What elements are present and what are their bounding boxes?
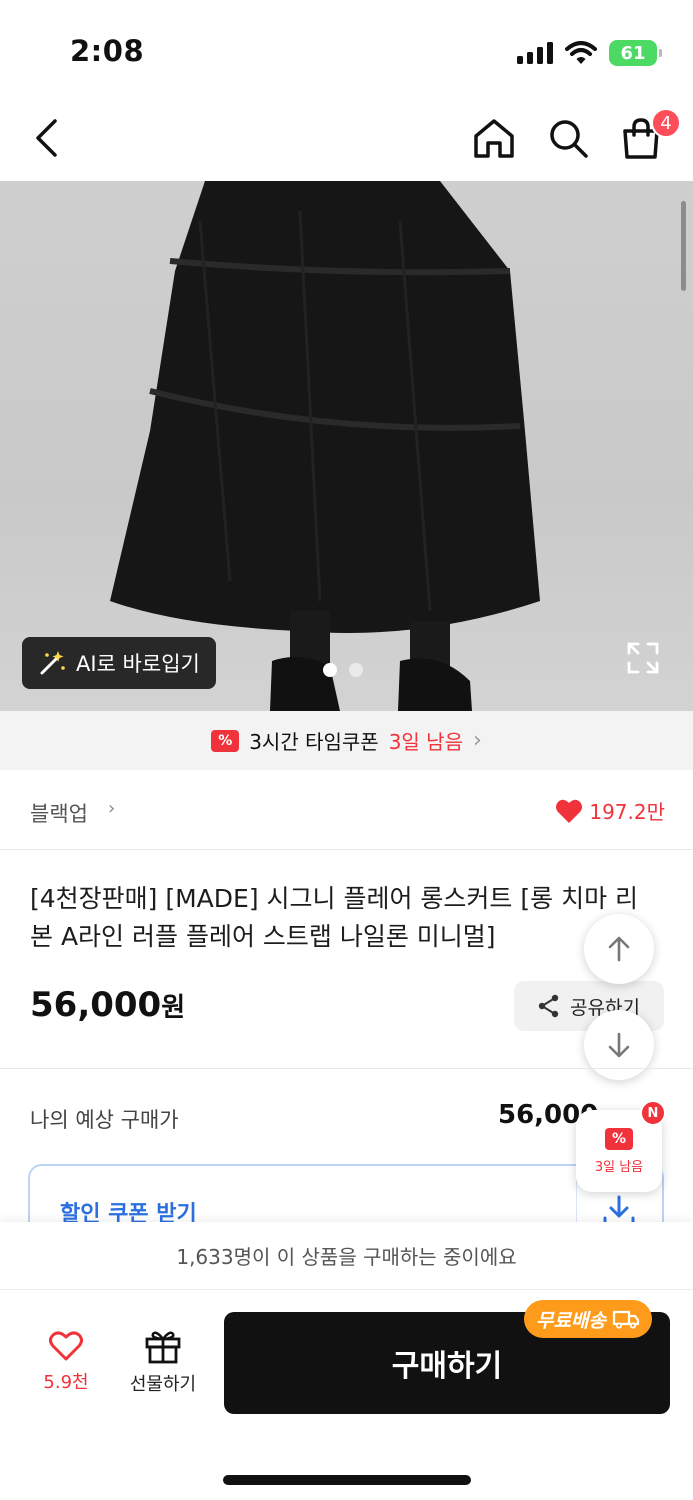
expected-price-label: 나의 예상 구매가	[30, 1108, 179, 1132]
free-shipping-label: 무료배송	[536, 1309, 606, 1332]
product-title: [4천장판매] [MADE] 시그니 플레어 롱스커트 [롱 치마 리본 A라인…	[30, 884, 639, 951]
brand-name-link[interactable]: 블랙업	[30, 798, 88, 828]
heart-outline-icon	[49, 1331, 83, 1361]
page-dot-active	[323, 663, 337, 677]
price-unit: 원	[161, 993, 186, 1023]
cart-button[interactable]: 4	[615, 108, 681, 164]
cart-count-badge: 4	[651, 108, 681, 138]
buyers-count-text: 1,633명이 이 상품을 구매하는 중이에요	[176, 1245, 517, 1269]
chevron-right-icon: ›	[108, 798, 116, 819]
floating-coupon-remaining: 3일 남음	[594, 1159, 644, 1175]
ai-try-on-label: AI로 바로입기	[76, 652, 200, 676]
status-time: 2:08	[70, 34, 145, 68]
gift-icon	[145, 1331, 181, 1364]
product-price: 56,000원	[30, 985, 185, 1025]
wishlist-button[interactable]: 5.9천	[34, 1330, 98, 1394]
truck-icon	[612, 1310, 640, 1329]
scroll-indicator	[681, 201, 686, 291]
buyers-count-bar: 1,633명이 이 상품을 구매하는 중이에요	[0, 1222, 693, 1290]
arrow-down-icon	[608, 1032, 630, 1058]
battery-indicator: 61	[609, 40, 662, 66]
gift-button[interactable]: 선물하기	[120, 1328, 206, 1396]
status-bar: 2:08 61	[0, 0, 693, 100]
section-divider	[0, 1068, 693, 1069]
new-badge: N	[640, 1100, 666, 1126]
wifi-icon	[565, 41, 597, 64]
share-icon	[538, 994, 559, 1018]
home-indicator	[223, 1475, 471, 1485]
brand-row: 블랙업 › 197.2만	[0, 770, 693, 850]
page-dot	[349, 663, 363, 677]
brand-likes[interactable]: 197.2만	[555, 796, 665, 825]
magic-wand-icon	[40, 651, 65, 675]
search-icon	[550, 120, 588, 158]
gift-label: 선물하기	[129, 1374, 197, 1395]
home-icon	[474, 119, 514, 158]
battery-level: 61	[620, 42, 646, 64]
scroll-up-button[interactable]	[584, 914, 654, 984]
home-button[interactable]	[468, 112, 520, 164]
free-shipping-badge: 무료배송	[524, 1300, 652, 1338]
ai-try-on-button[interactable]: AI로 바로입기	[22, 637, 216, 689]
fullscreen-button[interactable]	[626, 641, 660, 675]
coupon-icon: %	[605, 1127, 633, 1150]
wishlist-count: 5.9천	[43, 1372, 89, 1393]
expand-icon	[627, 642, 659, 674]
top-nav: 4	[0, 100, 693, 180]
back-arrow-icon	[36, 119, 57, 157]
time-coupon-banner[interactable]: % 3시간 타임쿠폰 3일 남음 ›	[0, 711, 693, 770]
buy-label: 구매하기	[391, 1349, 503, 1384]
search-button[interactable]	[542, 112, 594, 164]
scroll-down-button[interactable]	[584, 1010, 654, 1080]
signal-icon	[517, 42, 553, 64]
gallery-page-dots	[323, 663, 363, 677]
back-button[interactable]	[24, 112, 68, 164]
price-value: 56,000	[30, 985, 162, 1025]
coupon-icon: %	[211, 729, 240, 752]
time-coupon-remaining: 3일 남음	[388, 730, 463, 754]
heart-filled-icon	[556, 799, 583, 823]
time-coupon-text: 3시간 타임쿠폰	[249, 730, 379, 754]
brand-likes-count: 197.2만	[589, 800, 665, 824]
status-icons: 61	[517, 40, 662, 66]
product-photo	[110, 181, 540, 711]
arrow-up-icon	[608, 936, 630, 962]
chevron-right-icon: ›	[472, 728, 482, 753]
product-image-gallery[interactable]: AI로 바로입기	[0, 181, 693, 711]
